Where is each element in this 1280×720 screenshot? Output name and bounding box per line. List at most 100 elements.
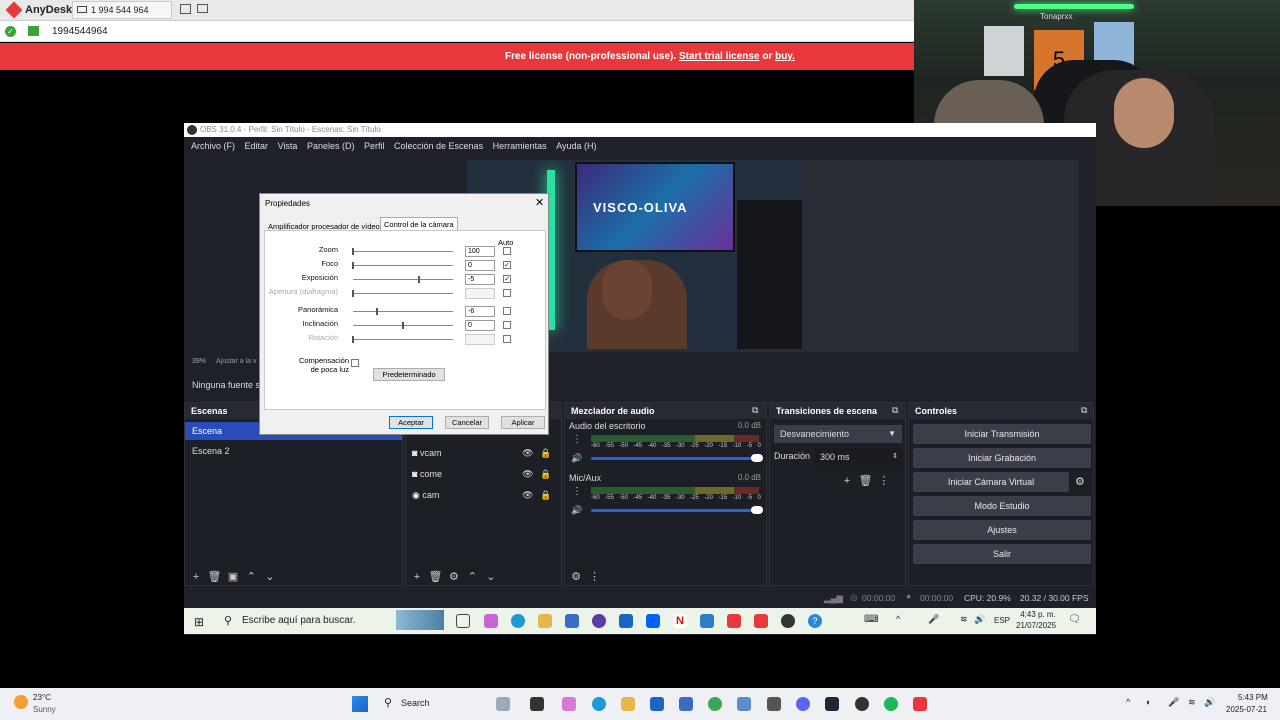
mixer-menu-icon[interactable]: ⋮ bbox=[587, 570, 601, 584]
row-auto-checkbox[interactable] bbox=[503, 321, 511, 329]
move-up-icon[interactable]: ⌃ bbox=[244, 570, 258, 584]
channel-menu-icon[interactable]: ⋮ bbox=[572, 434, 582, 445]
windows-start-icon[interactable]: ⊞ bbox=[194, 615, 204, 629]
volume-icon[interactable]: 🔊 bbox=[974, 614, 985, 625]
slider-thumb[interactable] bbox=[352, 248, 354, 255]
chat-icon[interactable] bbox=[197, 4, 208, 13]
menu-perfil[interactable]: Perfil bbox=[364, 137, 385, 155]
apps-grid-icon[interactable] bbox=[767, 697, 781, 711]
spin-icon[interactable]: ⇕ bbox=[892, 448, 898, 466]
row-slider[interactable] bbox=[353, 251, 453, 252]
folder-icon[interactable] bbox=[538, 614, 552, 628]
store-icon[interactable] bbox=[679, 697, 693, 711]
menu-vista[interactable]: Vista bbox=[278, 137, 298, 155]
apply-button[interactable]: Aplicar bbox=[501, 416, 545, 429]
menu-paneles[interactable]: Paneles (D) bbox=[307, 137, 355, 155]
edge-icon[interactable] bbox=[511, 614, 525, 628]
visibility-eye-icon[interactable]: 👁 bbox=[522, 445, 533, 461]
outlook-icon[interactable] bbox=[619, 614, 633, 628]
transition-menu-icon[interactable]: ⋮ bbox=[877, 474, 891, 488]
source-down-icon[interactable]: ⌄ bbox=[484, 570, 498, 584]
add-transition-icon[interactable]: + bbox=[840, 474, 854, 488]
row-value-input[interactable]: 0 bbox=[465, 260, 495, 271]
volume-slider[interactable] bbox=[591, 509, 759, 512]
row-auto-checkbox[interactable] bbox=[503, 247, 511, 255]
row-slider[interactable] bbox=[353, 265, 453, 266]
exit-button[interactable]: Salir bbox=[913, 544, 1091, 564]
discord-icon[interactable] bbox=[796, 697, 810, 711]
row-slider[interactable] bbox=[353, 279, 453, 280]
volume-icon[interactable]: 🔊 bbox=[1204, 697, 1215, 708]
studio-mode-button[interactable]: Modo Estudio bbox=[913, 496, 1091, 516]
mixer-settings-icon[interactable]: ⚙ bbox=[569, 570, 583, 584]
source-settings-icon[interactable]: ⚙ bbox=[447, 570, 461, 584]
tray-chevron-icon[interactable]: ^ bbox=[1126, 697, 1130, 707]
start-recording-button[interactable]: Iniciar Grabación bbox=[913, 448, 1091, 468]
move-down-icon[interactable]: ⌄ bbox=[263, 570, 277, 584]
volume-slider[interactable] bbox=[591, 457, 759, 460]
netflix-icon[interactable]: N bbox=[673, 614, 687, 628]
windows-start-icon[interactable] bbox=[352, 696, 368, 712]
mic-icon[interactable]: 🎤 bbox=[928, 614, 939, 625]
slider-thumb[interactable] bbox=[376, 308, 378, 315]
volume-handle[interactable] bbox=[751, 454, 763, 462]
scene-item-2[interactable]: Escena 2 bbox=[185, 442, 402, 460]
task-view-icon[interactable] bbox=[530, 697, 544, 711]
address-input[interactable]: 1994544964 bbox=[52, 26, 108, 37]
app-icon[interactable] bbox=[700, 614, 714, 628]
steam-icon[interactable] bbox=[825, 697, 839, 711]
keyboard-icon[interactable]: ⌨ bbox=[864, 614, 878, 625]
speaker-icon[interactable]: 🔊 bbox=[571, 505, 582, 516]
anydesk-session-tab[interactable]: 1 994 544 964 bbox=[72, 1, 172, 19]
dropbox-icon[interactable] bbox=[646, 614, 660, 628]
anydesk-icon[interactable] bbox=[754, 614, 768, 628]
source-row[interactable]: ◙ vcam 👁 🔒 bbox=[412, 445, 552, 461]
anydesk-icon[interactable] bbox=[727, 614, 741, 628]
search-icon[interactable]: ⚲ bbox=[224, 614, 232, 627]
virtual-cam-gear-icon[interactable]: ⚙ bbox=[1075, 475, 1085, 488]
widgets-icon[interactable] bbox=[496, 697, 510, 711]
task-view-icon[interactable] bbox=[456, 614, 470, 628]
add-tab-icon[interactable] bbox=[180, 4, 191, 14]
spotify-icon[interactable] bbox=[884, 697, 898, 711]
weather-icon[interactable] bbox=[14, 695, 28, 709]
trial-link[interactable]: Start trial license bbox=[679, 51, 760, 62]
folder-icon[interactable] bbox=[621, 697, 635, 711]
obs-icon[interactable] bbox=[855, 697, 869, 711]
copilot-icon[interactable] bbox=[484, 614, 498, 628]
transition-select[interactable]: Desvanecimiento ▼ bbox=[774, 425, 902, 443]
remote-search-input[interactable]: Escribe aquí para buscar. bbox=[242, 615, 355, 626]
settings-button[interactable]: Ajustes bbox=[913, 520, 1091, 540]
source-up-icon[interactable]: ⌃ bbox=[465, 570, 479, 584]
slider-thumb[interactable] bbox=[402, 322, 404, 329]
row-value-input[interactable]: 0 bbox=[465, 320, 495, 331]
speaker-icon[interactable]: 🔊 bbox=[571, 453, 582, 464]
obs-icon[interactable] bbox=[781, 614, 795, 628]
wifi-icon[interactable]: ≋ bbox=[960, 614, 968, 625]
app-icon[interactable] bbox=[592, 614, 606, 628]
source-row[interactable]: ◙ come 👁 🔒 bbox=[412, 466, 552, 482]
volume-handle[interactable] bbox=[751, 506, 763, 514]
row-auto-checkbox[interactable] bbox=[503, 307, 511, 315]
row-slider[interactable] bbox=[353, 311, 453, 312]
lock-icon[interactable]: 🔒 bbox=[540, 445, 551, 461]
source-row[interactable]: ◉ cam 👁 🔒 bbox=[412, 487, 552, 503]
menu-ayuda[interactable]: Ayuda (H) bbox=[556, 137, 596, 155]
accept-button[interactable]: Aceptar bbox=[389, 416, 433, 429]
visibility-eye-icon[interactable]: 👁 bbox=[522, 487, 533, 503]
lock-icon[interactable]: 🔒 bbox=[540, 487, 551, 503]
lock-icon[interactable]: 🔒 bbox=[540, 466, 551, 482]
notification-icon[interactable]: 🗨 bbox=[1068, 614, 1081, 625]
slider-thumb[interactable] bbox=[352, 262, 354, 269]
tab-camera-control[interactable]: Control de la cámara bbox=[380, 217, 458, 231]
menu-archivo[interactable]: Archivo (F) bbox=[191, 137, 235, 155]
add-scene-icon[interactable]: + bbox=[189, 570, 203, 584]
add-source-icon[interactable]: + bbox=[410, 570, 424, 584]
slider-thumb[interactable] bbox=[418, 276, 420, 283]
chrome-icon[interactable] bbox=[708, 697, 722, 711]
preview-adjust[interactable]: Ajustar a la v bbox=[216, 358, 256, 365]
cancel-button[interactable]: Cancelar bbox=[445, 416, 489, 429]
menu-herramientas[interactable]: Herramientas bbox=[493, 137, 547, 155]
taskbar-search[interactable]: Search bbox=[401, 698, 430, 708]
wifi-icon[interactable]: ≋ bbox=[1188, 697, 1196, 708]
